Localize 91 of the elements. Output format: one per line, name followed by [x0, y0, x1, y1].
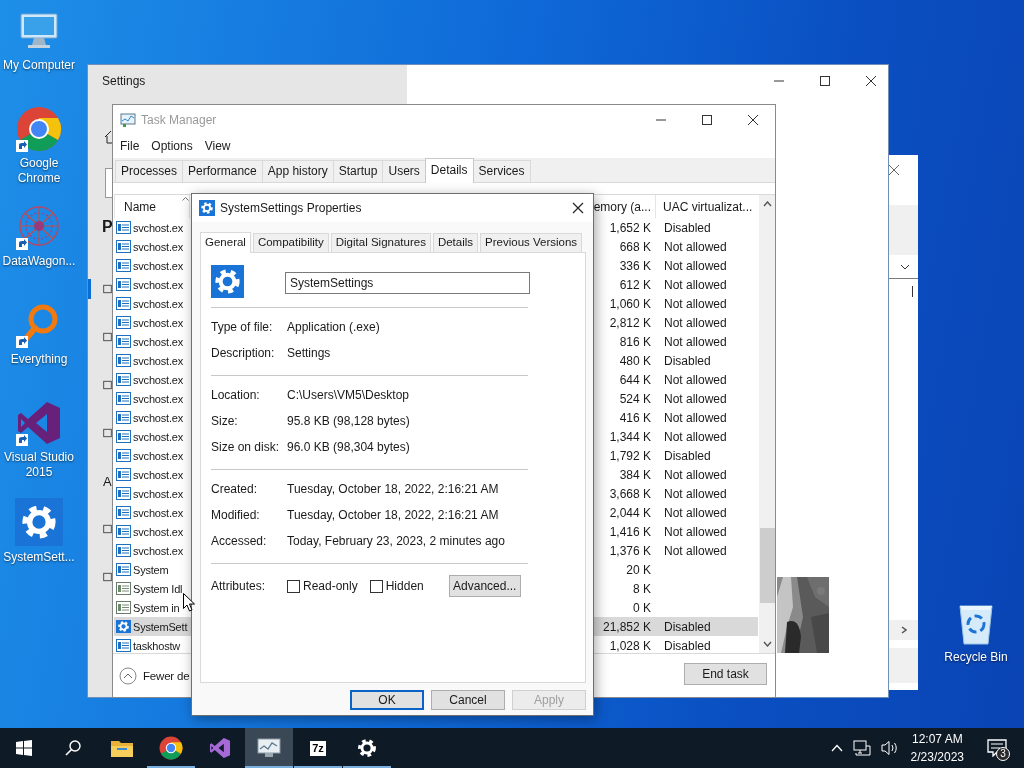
field-label: Attributes: — [211, 579, 267, 593]
field-label: Type of file: — [211, 320, 274, 334]
column-header-label: Name — [124, 199, 156, 214]
table-cell-text: Not allowed — [663, 523, 728, 541]
table-cell: svchost.ex — [133, 259, 183, 272]
table-cell: svchost.ex — [133, 506, 183, 519]
table-cell-text: Not allowed — [663, 542, 728, 560]
table-cell-text: Not allowed — [663, 276, 728, 294]
table-cell: svchost.ex — [133, 297, 183, 310]
table-cell-text: 0 K — [632, 599, 652, 617]
table-cell-text: 20 K — [625, 561, 652, 579]
table-cell: taskhostw — [133, 639, 181, 652]
table-cell: SystemSett — [133, 620, 188, 633]
table-cell-text: 3,668 K — [608, 485, 652, 503]
sidebar-heading: P — [102, 218, 113, 236]
table-cell: svchost.ex — [133, 373, 183, 386]
dialog-title: SystemSettings Properties — [220, 201, 363, 215]
field-label: Size on disk: — [211, 440, 281, 454]
table-cell: svchost.ex — [133, 221, 183, 234]
field-label: Size: — [211, 414, 239, 428]
table-cell-text: 524 K — [618, 390, 652, 408]
table-cell-text: Disabled — [663, 219, 712, 237]
table-cell-text: 2,044 K — [608, 504, 652, 522]
field-label: Accessed: — [211, 534, 268, 548]
table-cell-text: Not allowed — [663, 390, 728, 408]
table-cell-text: Not allowed — [663, 333, 728, 351]
table-cell-text: 8 K — [632, 580, 652, 598]
field-value: Application (.exe) — [287, 320, 380, 334]
window-title: Settings — [102, 73, 146, 90]
table-cell: svchost.ex — [133, 411, 183, 424]
table-cell-text: Not allowed — [663, 295, 728, 313]
table-cell-text: Disabled — [663, 618, 712, 636]
table-cell-text: 1,344 K — [608, 428, 652, 446]
field-value: 95.8 KB (98,128 bytes) — [287, 414, 410, 428]
table-cell-text: Not allowed — [663, 238, 728, 256]
table-cell-text: Disabled — [663, 637, 712, 653]
table-cell: svchost.ex — [133, 278, 183, 291]
table-cell-text: 1,416 K — [608, 523, 652, 541]
window-title: Task Manager — [141, 113, 218, 127]
table-cell: svchost.ex — [133, 335, 183, 348]
table-cell-text: 1,028 K — [608, 637, 652, 653]
table-cell-text: 612 K — [618, 276, 652, 294]
table-cell: svchost.ex — [133, 525, 183, 538]
table-cell-text: Not allowed — [663, 257, 728, 275]
table-cell-text: Not allowed — [663, 371, 728, 389]
table-cell-text: 644 K — [618, 371, 652, 389]
table-cell-text: Not allowed — [663, 428, 728, 446]
table-cell: svchost.ex — [133, 392, 183, 405]
table-cell: svchost.ex — [133, 449, 183, 462]
field-value: Today, February 23, 2023, 2 minutes ago — [287, 534, 505, 548]
field-value: 96.0 KB (98,304 bytes) — [287, 440, 410, 454]
table-cell: svchost.ex — [133, 316, 183, 329]
nav-letter: A — [103, 473, 112, 489]
table-cell-text: 1,652 K — [608, 219, 652, 237]
table-cell-text: Not allowed — [663, 314, 728, 332]
field-label: Location: — [211, 388, 261, 402]
table-cell-text: 416 K — [618, 409, 652, 427]
table-cell-text: 384 K — [618, 466, 652, 484]
field-value: Tuesday, October 18, 2022, 2:16:21 AM — [287, 482, 499, 496]
table-cell-text: 1,376 K — [608, 542, 652, 560]
table-cell-text: Disabled — [663, 352, 712, 370]
table-cell: svchost.ex — [133, 544, 183, 557]
table-cell: System — [133, 563, 169, 576]
field-label: Modified: — [211, 508, 261, 522]
table-cell: svchost.ex — [133, 240, 183, 253]
table-cell-text: 668 K — [618, 238, 652, 256]
table-cell-text: Disabled — [663, 447, 712, 465]
table-cell: System in — [133, 601, 180, 614]
field-label: Created: — [211, 482, 259, 496]
field-value: Settings — [287, 346, 331, 360]
table-cell-text: 1,792 K — [608, 447, 652, 465]
table-cell: svchost.ex — [133, 430, 183, 443]
table-cell-text: 336 K — [618, 257, 652, 275]
table-cell-text: 816 K — [618, 333, 652, 351]
table-cell: svchost.ex — [133, 354, 183, 367]
table-cell: System Idl — [133, 582, 183, 595]
table-cell-text: Not allowed — [663, 466, 728, 484]
field-value: Tuesday, October 18, 2022, 2:16:21 AM — [287, 508, 499, 522]
table-cell-text: Not allowed — [663, 485, 728, 503]
app-logo-label: 7z — [310, 740, 326, 756]
table-cell-text: 480 K — [618, 352, 652, 370]
table-cell-text: 2,812 K — [608, 314, 652, 332]
notification-badge: 3 — [996, 747, 1010, 761]
table-cell: svchost.ex — [133, 487, 183, 500]
table-cell-text: 1,060 K — [608, 295, 652, 313]
table-cell-text: Not allowed — [663, 409, 728, 427]
field-value: C:\Users\VM5\Desktop — [287, 388, 410, 402]
table-cell: svchost.ex — [133, 468, 183, 481]
table-cell-text: 21,852 K — [601, 618, 652, 636]
table-cell-text: Not allowed — [663, 504, 728, 522]
field-label: Description: — [211, 346, 276, 360]
